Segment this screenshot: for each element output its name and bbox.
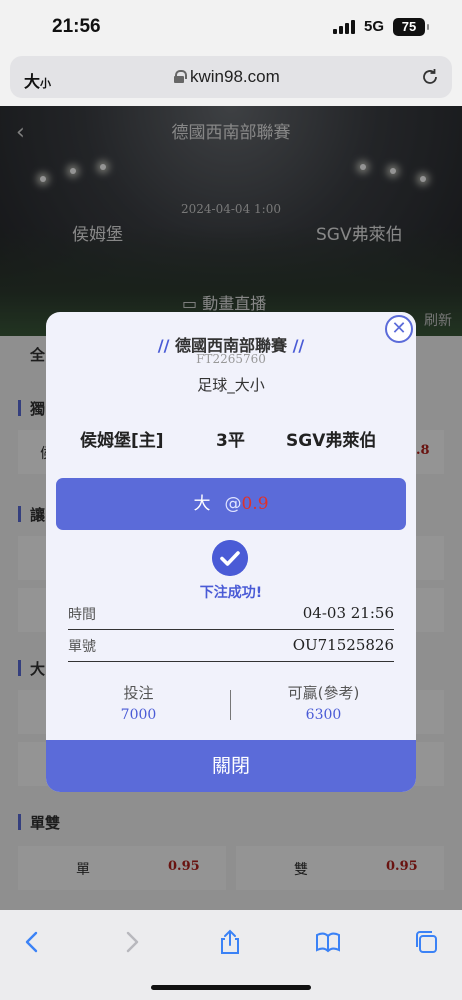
share-icon[interactable] bbox=[216, 928, 244, 956]
slip-away-team: SGV弗萊伯 bbox=[286, 431, 377, 451]
forward-icon[interactable] bbox=[118, 928, 146, 956]
lock-icon bbox=[174, 70, 187, 83]
selected-pick: 大 @0.9 bbox=[56, 478, 406, 530]
time-row: 時間 04-03 21:56 bbox=[68, 600, 394, 630]
slip-handicap: 3平 bbox=[216, 431, 245, 451]
success-message: 下注成功! bbox=[199, 585, 263, 601]
reload-icon[interactable] bbox=[420, 67, 440, 87]
bet-type: 足球_大小 bbox=[197, 376, 265, 394]
text-size-button[interactable]: 大小 bbox=[24, 68, 51, 92]
check-icon bbox=[212, 540, 248, 576]
payout-stat: 可贏(參考) 6300 bbox=[287, 684, 360, 723]
slip-code: FT2265760 bbox=[196, 352, 266, 366]
bookmarks-icon[interactable] bbox=[314, 928, 342, 956]
close-button[interactable]: 關閉 bbox=[46, 740, 416, 792]
address-bar[interactable]: 大小 kwin98.com bbox=[10, 56, 452, 98]
tabs-icon[interactable] bbox=[412, 928, 440, 956]
signal-icon bbox=[333, 20, 357, 34]
ticket-row: 單號 OU71525826 bbox=[68, 632, 394, 662]
stake-stat: 投注 7000 bbox=[120, 684, 157, 723]
browser-address-area: 大小 kwin98.com bbox=[0, 52, 462, 106]
bet-confirmation-dialog: ✕ // 德國西南部聯賽 // FT2265760 足球_大小 侯姆堡[主] 3… bbox=[46, 312, 416, 792]
network-type: 5G bbox=[364, 18, 385, 35]
url-text[interactable]: kwin98.com bbox=[190, 67, 280, 87]
slip-home-team: 侯姆堡[主] bbox=[80, 431, 164, 451]
battery-icon: 75 bbox=[393, 18, 429, 36]
back-icon[interactable] bbox=[18, 928, 46, 956]
status-bar: 21:56 5G 75 bbox=[0, 0, 462, 52]
home-indicator bbox=[151, 985, 311, 990]
status-time: 21:56 bbox=[52, 16, 101, 37]
